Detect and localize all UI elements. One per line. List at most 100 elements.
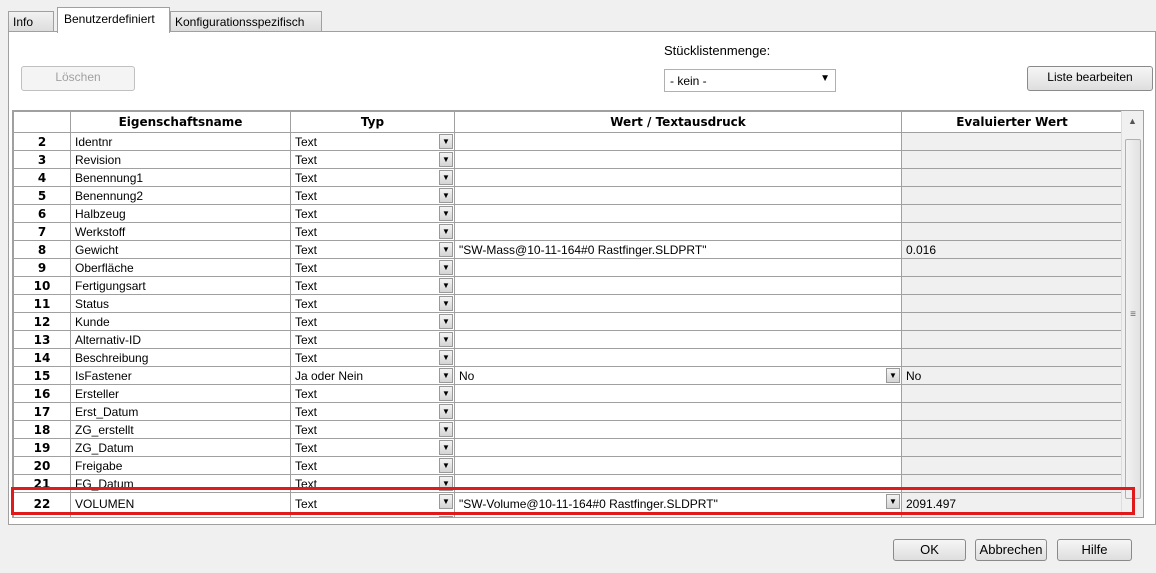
dropdown-arrow-icon[interactable]: ▼ bbox=[439, 278, 453, 293]
dropdown-arrow-icon[interactable]: ▼ bbox=[439, 296, 453, 311]
type-cell[interactable]: Text ▼ bbox=[290, 348, 455, 367]
dropdown-arrow-icon[interactable]: ▼ bbox=[439, 516, 453, 517]
header-evaluated[interactable]: Evaluierter Wert bbox=[901, 111, 1123, 133]
table-row[interactable]: 4 Benennung1 Text ▼ bbox=[13, 168, 1123, 187]
property-name-cell[interactable]: Benennung1 bbox=[70, 168, 291, 187]
property-name-cell[interactable]: Ersteller bbox=[70, 384, 291, 403]
dropdown-arrow-icon[interactable]: ▼ bbox=[439, 350, 453, 365]
property-name-cell[interactable]: Werkstoff bbox=[70, 222, 291, 241]
table-row[interactable]: 12 Kunde Text ▼ bbox=[13, 312, 1123, 331]
table-row[interactable]: 19 ZG_Datum Text ▼ bbox=[13, 438, 1123, 457]
header-type[interactable]: Typ bbox=[290, 111, 455, 133]
table-row[interactable]: 20 Freigabe Text ▼ bbox=[13, 456, 1123, 475]
value-cell[interactable] bbox=[454, 294, 902, 313]
value-cell[interactable]: No ▼ bbox=[454, 366, 902, 385]
property-name-cell[interactable]: Status bbox=[70, 294, 291, 313]
value-cell[interactable] bbox=[454, 456, 902, 475]
type-cell[interactable]: Text ▼ bbox=[290, 294, 455, 313]
help-button[interactable]: Hilfe bbox=[1057, 539, 1132, 561]
type-cell[interactable]: Text ▼ bbox=[290, 204, 455, 223]
value-cell[interactable] bbox=[454, 348, 902, 367]
dropdown-arrow-icon[interactable]: ▼ bbox=[886, 368, 900, 383]
property-name-cell[interactable]: Erst_Datum bbox=[70, 402, 291, 421]
property-name-cell[interactable]: Freigabe bbox=[70, 456, 291, 475]
value-cell[interactable] bbox=[454, 438, 902, 457]
delete-button[interactable]: Löschen bbox=[21, 66, 135, 91]
type-cell[interactable]: Text ▼ bbox=[290, 438, 455, 457]
value-cell[interactable] bbox=[454, 150, 902, 169]
vertical-scrollbar[interactable]: ▲ ≡ bbox=[1121, 111, 1143, 517]
type-cell[interactable]: ▼ bbox=[290, 514, 455, 517]
table-row[interactable]: 10 Fertigungsart Text ▼ bbox=[13, 276, 1123, 295]
value-cell[interactable] bbox=[454, 420, 902, 439]
dropdown-arrow-icon[interactable]: ▼ bbox=[439, 242, 453, 257]
dropdown-arrow-icon[interactable]: ▼ bbox=[439, 458, 453, 473]
table-row[interactable]: 14 Beschreibung Text ▼ bbox=[13, 348, 1123, 367]
dropdown-arrow-icon[interactable]: ▼ bbox=[439, 314, 453, 329]
property-name-cell[interactable]: Identnr bbox=[70, 132, 291, 151]
value-cell[interactable] bbox=[454, 384, 902, 403]
dropdown-arrow-icon[interactable]: ▼ bbox=[439, 134, 453, 149]
table-row[interactable]: 17 Erst_Datum Text ▼ bbox=[13, 402, 1123, 421]
type-cell[interactable]: Text ▼ bbox=[290, 402, 455, 421]
tab-info[interactable]: Info bbox=[8, 11, 54, 32]
value-cell[interactable] bbox=[454, 132, 902, 151]
property-name-cell[interactable]: IsFastener bbox=[70, 366, 291, 385]
type-cell[interactable]: Ja oder Nein ▼ bbox=[290, 366, 455, 385]
type-cell[interactable]: Text ▼ bbox=[290, 132, 455, 151]
dropdown-arrow-icon[interactable]: ▼ bbox=[439, 224, 453, 239]
property-name-cell[interactable]: ZG_Datum bbox=[70, 438, 291, 457]
table-row[interactable]: 7 Werkstoff Text ▼ bbox=[13, 222, 1123, 241]
value-cell[interactable] bbox=[454, 258, 902, 277]
property-name-cell[interactable]: <Neue Eigenschaft eingeben> bbox=[70, 514, 291, 517]
property-name-cell[interactable]: ZG_erstellt bbox=[70, 420, 291, 439]
table-row[interactable]: 15 IsFastener Ja oder Nein ▼ No ▼ No bbox=[13, 366, 1123, 385]
property-name-cell[interactable]: Gewicht bbox=[70, 240, 291, 259]
property-name-cell[interactable]: Beschreibung bbox=[70, 348, 291, 367]
table-row[interactable]: 11 Status Text ▼ bbox=[13, 294, 1123, 313]
type-cell[interactable]: Text ▼ bbox=[290, 258, 455, 277]
bom-quantity-select[interactable]: - kein - ▼ bbox=[664, 69, 836, 92]
value-cell[interactable] bbox=[454, 204, 902, 223]
type-cell[interactable]: Text ▼ bbox=[290, 168, 455, 187]
dropdown-arrow-icon[interactable]: ▼ bbox=[439, 260, 453, 275]
header-value[interactable]: Wert / Textausdruck bbox=[454, 111, 902, 133]
table-row[interactable]: 5 Benennung2 Text ▼ bbox=[13, 186, 1123, 205]
cancel-button[interactable]: Abbrechen bbox=[975, 539, 1047, 561]
type-cell[interactable]: Text ▼ bbox=[290, 222, 455, 241]
dropdown-arrow-icon[interactable]: ▼ bbox=[439, 332, 453, 347]
type-cell[interactable]: Text ▼ bbox=[290, 312, 455, 331]
table-row[interactable]: 13 Alternativ-ID Text ▼ bbox=[13, 330, 1123, 349]
type-cell[interactable]: Text ▼ bbox=[290, 420, 455, 439]
dropdown-arrow-icon[interactable]: ▼ bbox=[439, 206, 453, 221]
type-cell[interactable]: Text ▼ bbox=[290, 186, 455, 205]
property-name-cell[interactable]: Fertigungsart bbox=[70, 276, 291, 295]
property-name-cell[interactable]: Revision bbox=[70, 150, 291, 169]
value-cell[interactable] bbox=[454, 312, 902, 331]
dropdown-arrow-icon[interactable]: ▼ bbox=[439, 152, 453, 167]
value-cell[interactable]: "SW-Mass@10-11-164#0 Rastfinger.SLDPRT" bbox=[454, 240, 902, 259]
value-cell[interactable] bbox=[454, 222, 902, 241]
type-cell[interactable]: Text ▼ bbox=[290, 330, 455, 349]
table-row[interactable]: 18 ZG_erstellt Text ▼ bbox=[13, 420, 1123, 439]
scroll-up-icon[interactable]: ▲ bbox=[1122, 116, 1143, 126]
dropdown-arrow-icon[interactable]: ▼ bbox=[439, 422, 453, 437]
value-cell[interactable] bbox=[454, 168, 902, 187]
table-row[interactable]: 24 <Neue Eigenschaft eingeben> ▼ bbox=[13, 514, 1123, 517]
scroll-thumb[interactable]: ≡ bbox=[1125, 139, 1141, 499]
dropdown-arrow-icon[interactable]: ▼ bbox=[439, 440, 453, 455]
table-row[interactable]: 3 Revision Text ▼ bbox=[13, 150, 1123, 169]
property-name-cell[interactable]: Alternativ-ID bbox=[70, 330, 291, 349]
type-cell[interactable]: Text ▼ bbox=[290, 384, 455, 403]
value-cell[interactable] bbox=[454, 514, 902, 517]
dropdown-arrow-icon[interactable]: ▼ bbox=[439, 368, 453, 383]
dropdown-arrow-icon[interactable]: ▼ bbox=[439, 404, 453, 419]
property-name-cell[interactable]: Kunde bbox=[70, 312, 291, 331]
table-row[interactable]: 8 Gewicht Text ▼ "SW-Mass@10-11-164#0 Rastfi… bbox=[13, 240, 1123, 259]
type-cell[interactable]: Text ▼ bbox=[290, 240, 455, 259]
tab-benutzerdefiniert[interactable]: Benutzerdefiniert bbox=[57, 7, 170, 33]
table-row[interactable]: 6 Halbzeug Text ▼ bbox=[13, 204, 1123, 223]
table-row[interactable]: 16 Ersteller Text ▼ bbox=[13, 384, 1123, 403]
property-name-cell[interactable]: Halbzeug bbox=[70, 204, 291, 223]
property-name-cell[interactable]: Benennung2 bbox=[70, 186, 291, 205]
